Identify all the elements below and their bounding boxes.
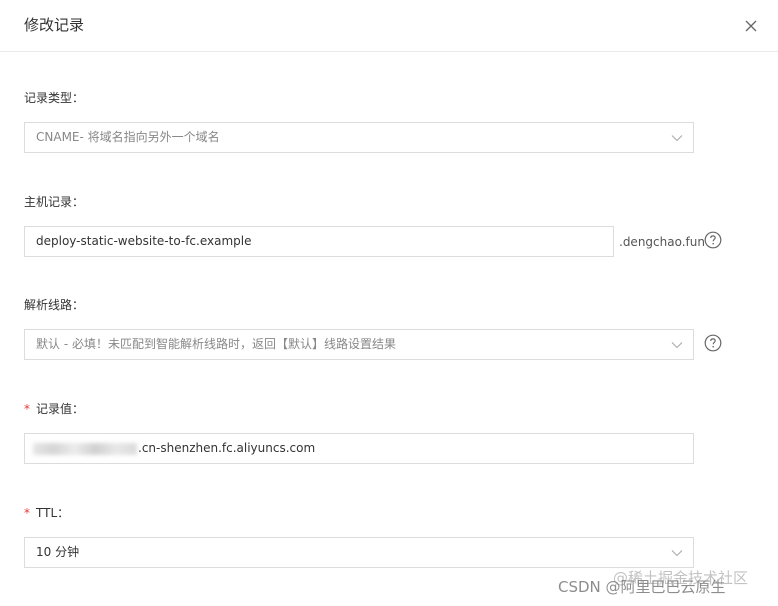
record-value-label-text: 记录值： [36, 402, 85, 416]
resolution-line-label: 解析线路： [24, 297, 84, 313]
required-mark: * [24, 506, 30, 520]
modify-record-dialog: 修改记录 记录类型： CNAME- 将域名指向另外一个域名 主机记录： depl… [0, 0, 778, 606]
chevron-down-icon [671, 135, 683, 142]
record-value-input[interactable]: .cn-shenzhen.fc.aliyuncs.com [24, 433, 694, 464]
chevron-down-icon [671, 550, 683, 557]
close-icon[interactable] [743, 18, 759, 34]
resolution-line-label-text: 解析线路： [24, 298, 85, 312]
ttl-label-text: TTL： [36, 506, 70, 520]
record-type-label-text: 记录类型： [24, 91, 85, 105]
help-icon[interactable] [704, 231, 722, 249]
required-mark: * [24, 402, 30, 416]
record-type-select[interactable]: CNAME- 将域名指向另外一个域名 [24, 122, 694, 153]
record-type-value: CNAME- 将域名指向另外一个域名 [36, 130, 220, 144]
chevron-down-icon [671, 342, 683, 349]
record-value-label: * 记录值： [24, 401, 84, 417]
ttl-label: * TTL： [24, 505, 69, 521]
help-icon[interactable] [704, 334, 722, 352]
redacted-text [33, 442, 137, 455]
dialog-header: 修改记录 [0, 0, 778, 52]
record-type-label: 记录类型： [24, 90, 84, 106]
host-record-value: deploy-static-website-to-fc.example [36, 234, 252, 248]
host-record-label-text: 主机记录： [24, 195, 85, 209]
host-record-input[interactable]: deploy-static-website-to-fc.example [24, 226, 614, 257]
record-value-text: .cn-shenzhen.fc.aliyuncs.com [138, 441, 316, 455]
resolution-line-value: 默认 - 必填！未匹配到智能解析线路时，返回【默认】线路设置结果 [36, 337, 396, 351]
watermark: CSDN @阿里巴巴云原生 [558, 578, 726, 596]
domain-suffix: .dengchao.fun [619, 235, 705, 249]
dialog-title: 修改记录 [24, 16, 85, 34]
ttl-select[interactable]: 10 分钟 [24, 537, 694, 568]
ttl-value: 10 分钟 [36, 545, 80, 559]
host-record-label: 主机记录： [24, 194, 84, 210]
resolution-line-select[interactable]: 默认 - 必填！未匹配到智能解析线路时，返回【默认】线路设置结果 [24, 329, 694, 360]
